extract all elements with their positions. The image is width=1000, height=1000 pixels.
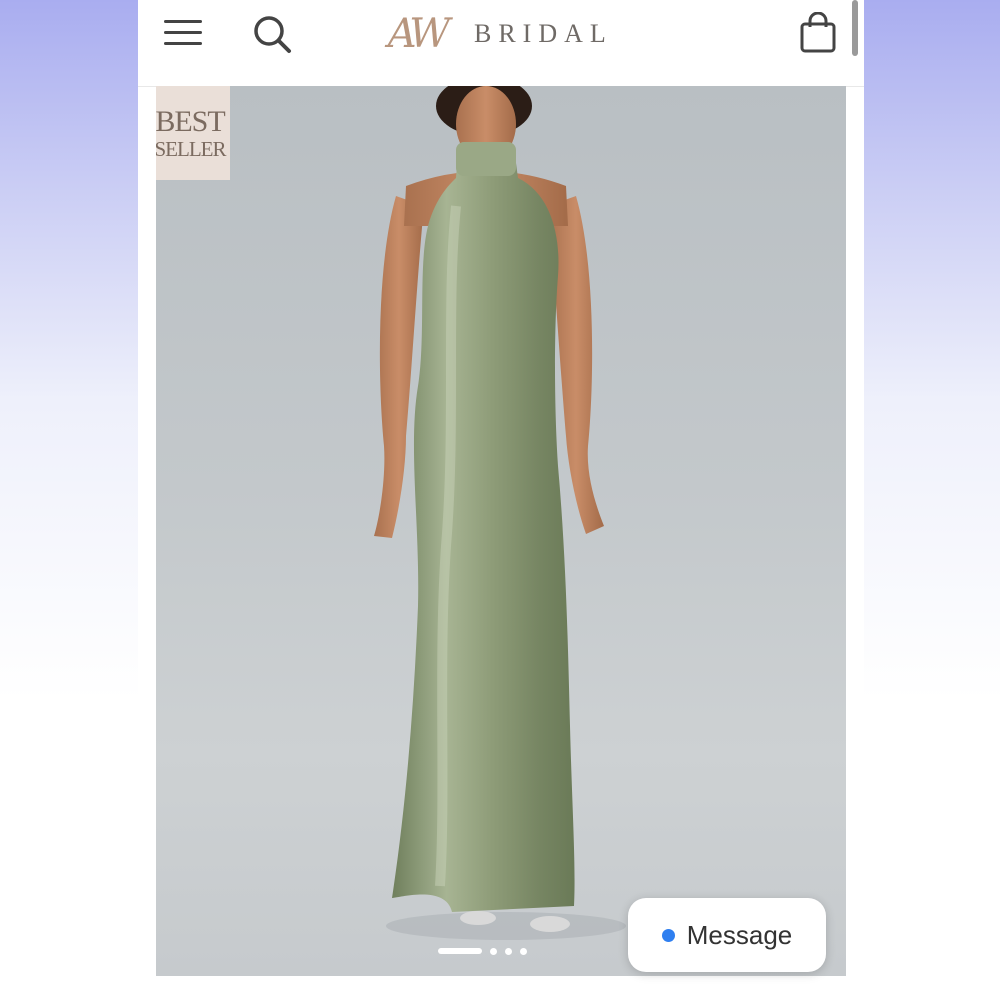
online-status-icon	[661, 928, 675, 942]
brand-logo[interactable]: AW BRIDAL	[368, 2, 638, 66]
logo-wordmark: BRIDAL	[474, 19, 613, 48]
best-seller-badge: BEST SELLER	[156, 86, 230, 180]
message-button-label: Message	[686, 919, 793, 950]
menu-icon[interactable]	[164, 18, 202, 48]
shopping-bag-icon[interactable]	[798, 12, 838, 54]
product-photo	[374, 86, 626, 940]
logo-monogram: AW	[387, 11, 450, 57]
page-scrollbar[interactable]	[852, 0, 858, 56]
search-icon[interactable]	[252, 14, 292, 54]
badge-line-2: SELLER	[156, 136, 227, 161]
badge-line-1: BEST	[156, 104, 226, 138]
product-image-carousel[interactable]: BEST SELLER	[156, 86, 846, 976]
message-button[interactable]: Message	[628, 898, 826, 972]
site-header: AW BRIDAL	[138, 0, 864, 87]
mobile-page: AW BRIDAL BEST SELLER Message	[138, 0, 864, 1000]
carousel-dot-3[interactable]	[505, 947, 512, 955]
carousel-indicators	[438, 946, 527, 956]
carousel-dot-1[interactable]	[438, 948, 482, 954]
carousel-dot-4[interactable]	[520, 947, 527, 955]
carousel-dot-2[interactable]	[490, 947, 497, 955]
